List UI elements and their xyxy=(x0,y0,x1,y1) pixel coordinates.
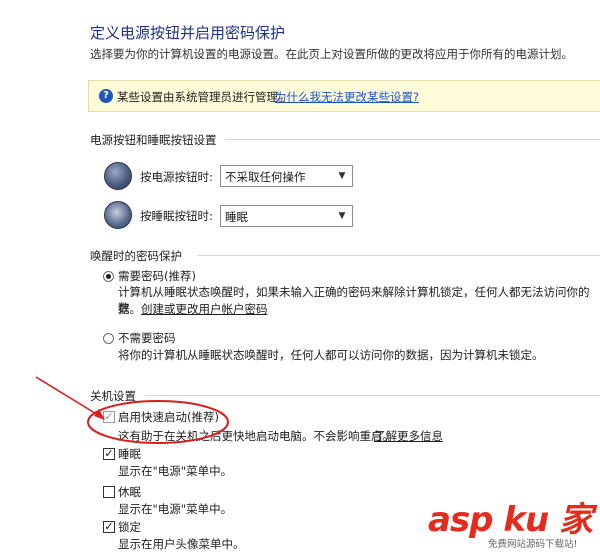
watermark-subtitle: 免费网站源码下载站! xyxy=(488,539,578,550)
annotation-arrow-line xyxy=(35,376,104,419)
annotation-overlay xyxy=(35,376,229,444)
annotation-arrow-head xyxy=(94,409,105,420)
annotation-ellipse xyxy=(87,400,229,444)
watermark-logo: asp ku 家 xyxy=(428,500,593,540)
